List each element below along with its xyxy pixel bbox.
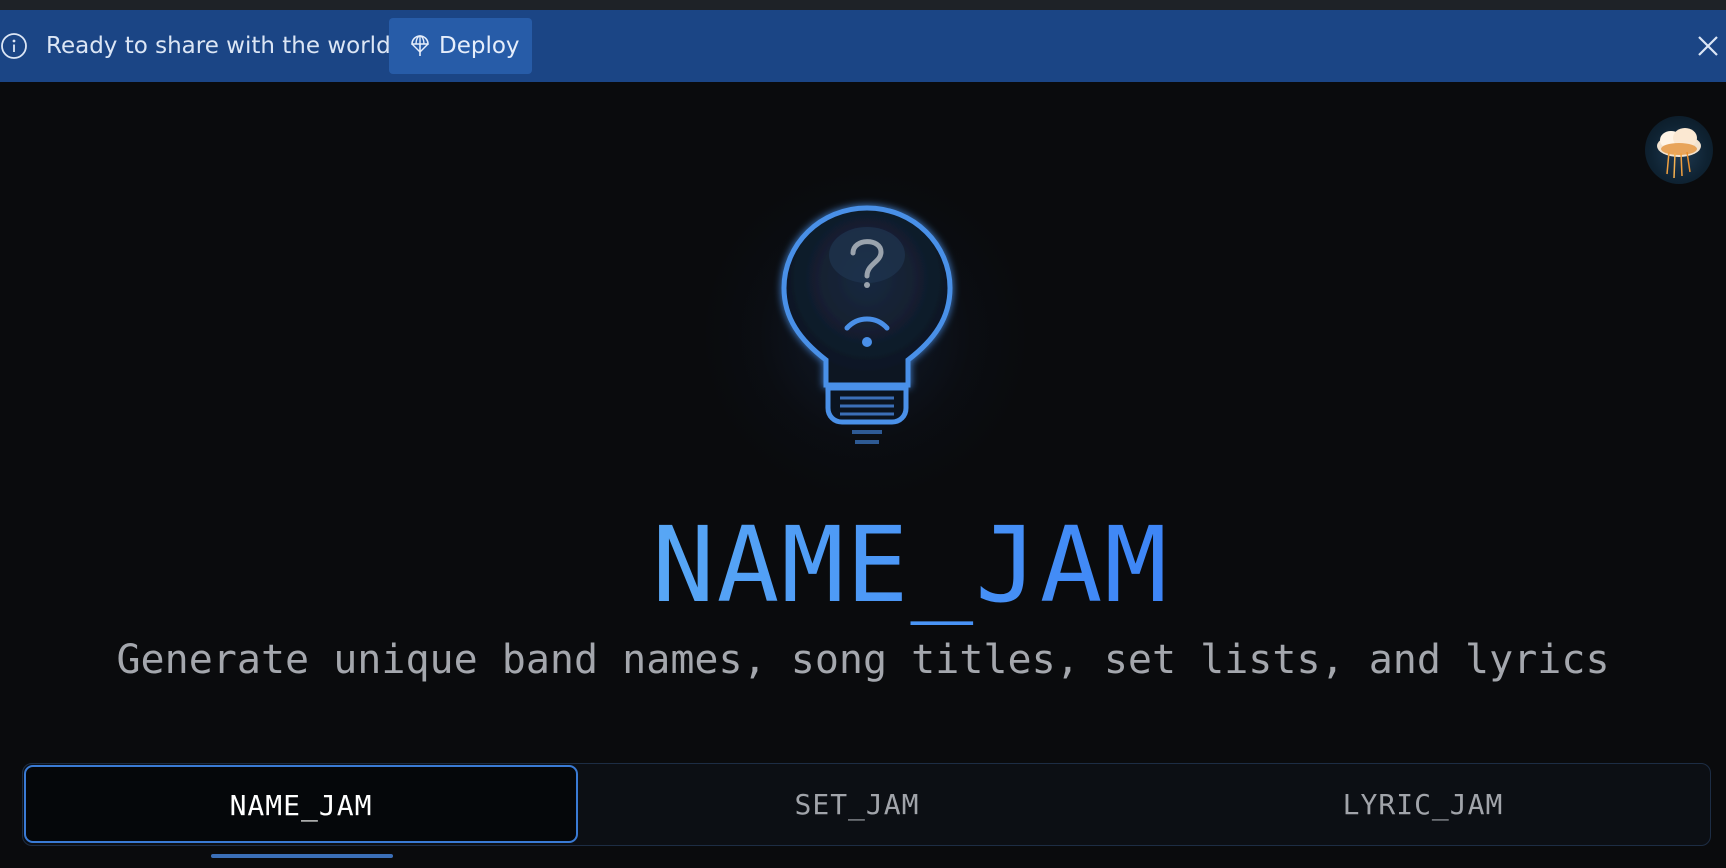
deploy-button-label: Deploy	[439, 33, 520, 59]
lightbulb-question-icon	[770, 190, 965, 460]
mode-tabs: NAME_JAM SET_JAM LYRIC_JAM	[22, 763, 1711, 846]
deploy-button[interactable]: Deploy	[389, 18, 532, 74]
avatar-cloud-image	[1657, 128, 1701, 179]
deploy-banner: Ready to share with the world? Deploy	[0, 10, 1726, 82]
close-icon[interactable]	[1694, 32, 1722, 60]
active-tab-indicator	[211, 854, 393, 858]
tab-set-jam[interactable]: SET_JAM	[579, 764, 1135, 845]
tab-lyric-jam[interactable]: LYRIC_JAM	[1135, 764, 1711, 845]
app-subtitle: Generate unique band names, song titles,…	[116, 637, 1610, 683]
banner-message: Ready to share with the world?	[46, 33, 403, 59]
info-icon	[0, 32, 28, 60]
app-title: NAME_JAM	[0, 505, 1726, 625]
deploy-icon	[408, 34, 432, 58]
user-avatar[interactable]	[1645, 116, 1713, 184]
tab-name-jam[interactable]: NAME_JAM	[24, 765, 578, 843]
